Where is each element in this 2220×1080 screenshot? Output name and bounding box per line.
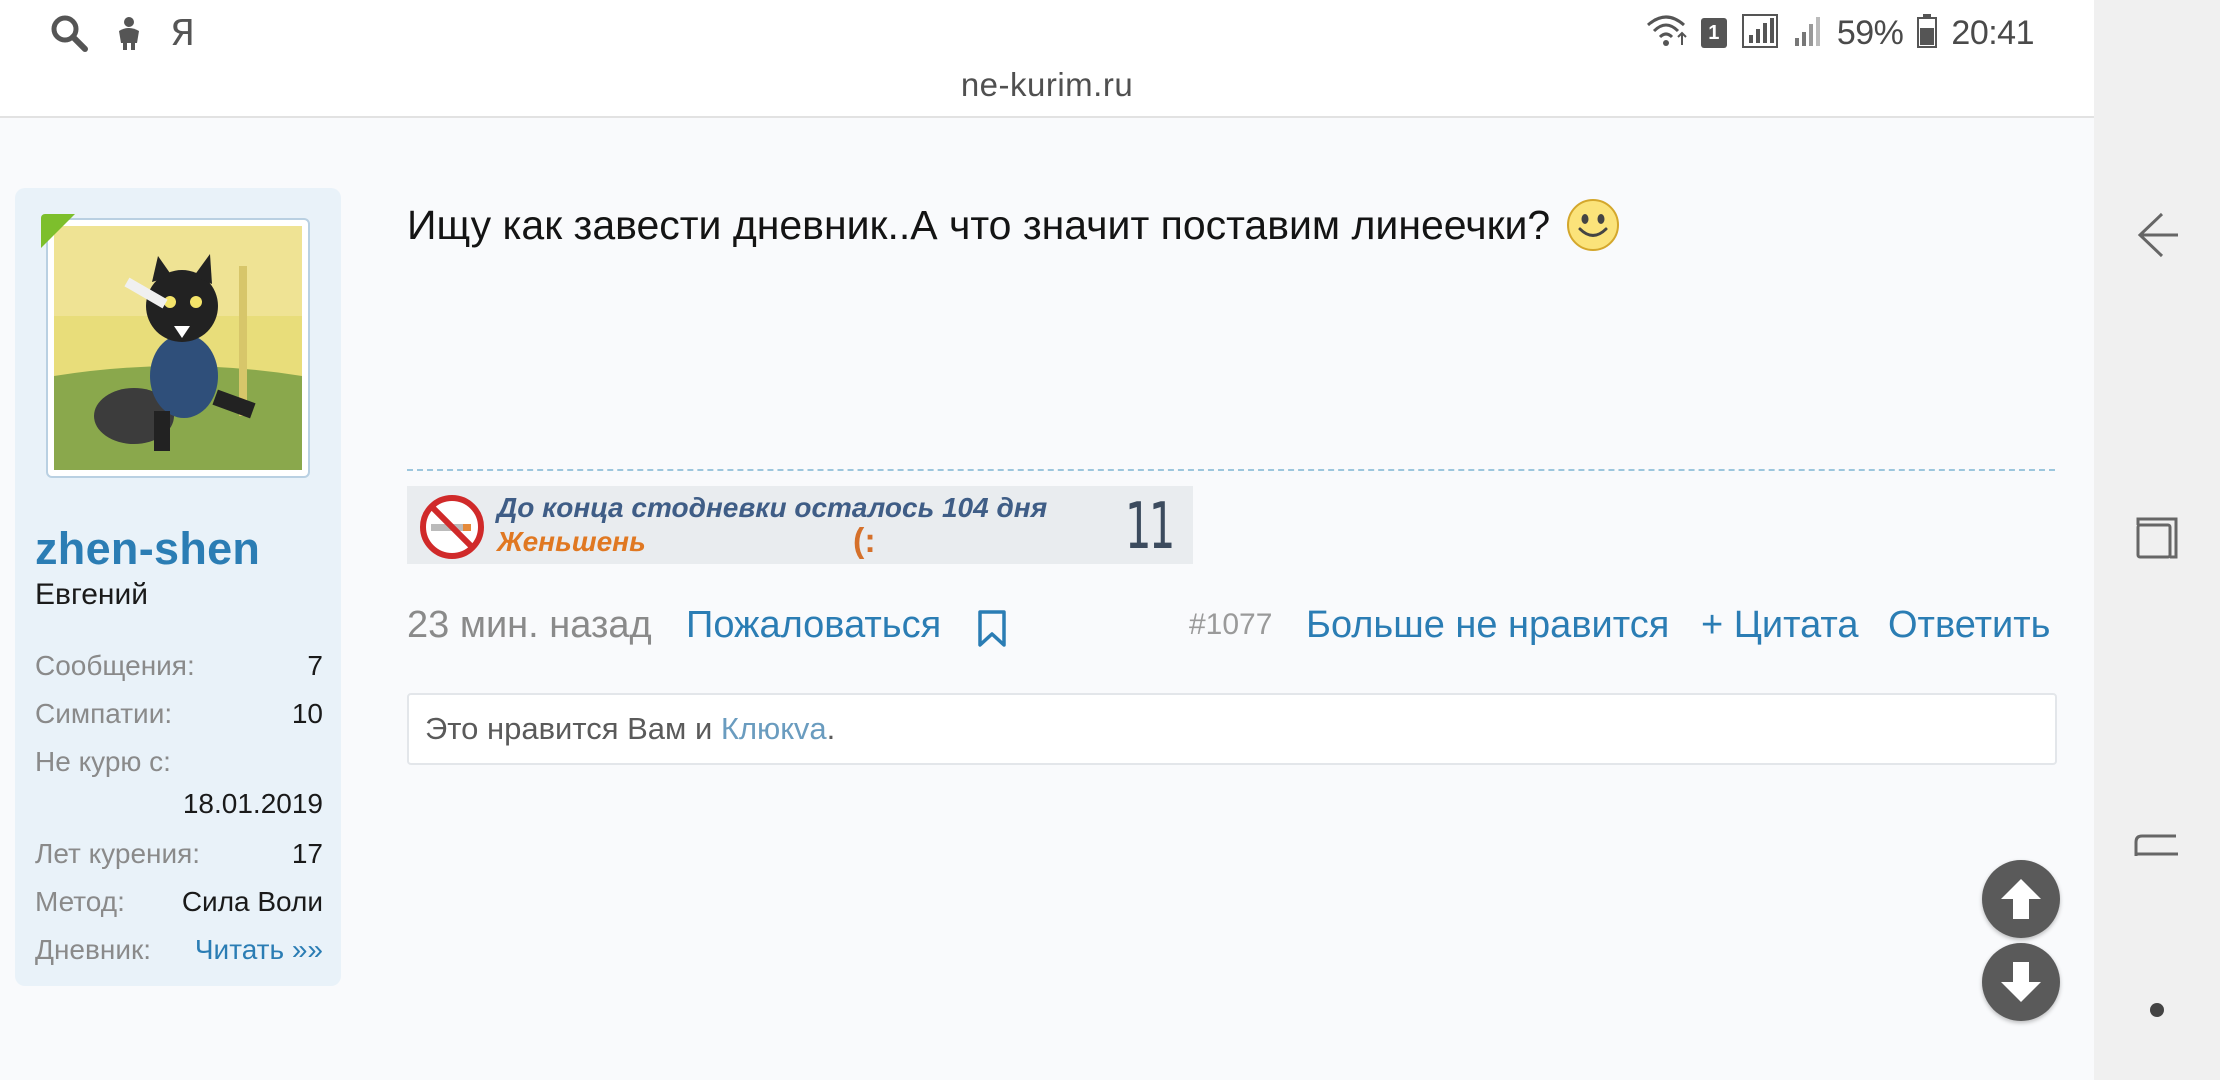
stat-value: 7 [307, 650, 323, 681]
bookmark-icon[interactable] [976, 610, 1008, 653]
android-icon [114, 15, 144, 51]
scroll-down-button[interactable] [1982, 943, 2060, 1021]
stat-value: 10 [291, 698, 323, 729]
signature-separator [407, 469, 2055, 471]
stat-quit-date: Не курю с: 18.01.2019 [35, 746, 323, 836]
recent-apps-icon[interactable] [2094, 515, 2220, 561]
signal-icon [1741, 13, 1779, 54]
sim-slot-badge: 1 [1700, 18, 1727, 48]
online-indicator [41, 214, 75, 248]
yandex-icon: Я [170, 12, 196, 54]
likes-summary: Это нравится Вам и Клюкva. [407, 693, 2057, 765]
stat-label: Симпатии: [35, 698, 173, 729]
system-navigation-bar [2094, 0, 2220, 1080]
post-time[interactable]: 23 мин. назад [407, 604, 652, 647]
keyboard-hide-dot-icon[interactable] [2094, 1000, 2220, 1020]
arrow-up-icon [2001, 879, 2041, 919]
signal-icon-2 [1793, 14, 1823, 53]
status-and-address-bar: Я 1 59% 20:41 ne-kurim.ru [0, 0, 2094, 118]
stat-label: Не курю с: [35, 746, 171, 777]
arrow-down-icon [2001, 962, 2041, 1002]
signature-line-2: Женьшень [497, 526, 646, 557]
likes-prefix: Это нравится Вам и [425, 711, 721, 746]
address-bar-url[interactable]: ne-kurim.ru [0, 66, 2094, 104]
quote-link[interactable]: + Цитата [1701, 604, 1858, 647]
clock: 20:41 [1951, 13, 2034, 52]
post-body: Ищу как завести дневник..А что значит по… [407, 201, 1551, 248]
signature-line-1: До конца стодневки осталось 104 дня [497, 492, 1048, 523]
status-bar-left: Я [50, 10, 195, 56]
user-info-card: zhen-shen Евгений Сообщения: 7 Симпатии:… [15, 188, 341, 986]
post-number-link[interactable]: #1077 [1189, 608, 1272, 642]
signature-day-counter: 11 [1125, 490, 1175, 564]
post-message: Ищу как завести дневник..А что значит по… [407, 198, 1620, 252]
home-icon[interactable] [2094, 820, 2220, 870]
stat-value: Сила Воли [181, 886, 323, 917]
unlike-link[interactable]: Больше не нравится [1306, 604, 1669, 647]
signature-emoticon: (: [853, 522, 876, 560]
user-real-name: Евгений [35, 578, 148, 611]
report-link[interactable]: Пожаловаться [686, 604, 941, 647]
stat-label: Метод: [35, 886, 125, 917]
scroll-up-button[interactable] [1982, 860, 2060, 938]
reply-link[interactable]: Ответить [1888, 604, 2050, 647]
stat-label: Сообщения: [35, 650, 195, 681]
username-link[interactable]: zhen-shen [35, 523, 260, 575]
avatar-image [54, 226, 302, 470]
stat-label: Лет курения: [35, 838, 201, 869]
diary-read-link[interactable]: Читать »» [195, 934, 323, 966]
stat-value: 17 [291, 838, 323, 869]
likes-text: Это нравится Вам и Клюкva. [425, 711, 835, 747]
battery-percent: 59% [1836, 13, 1904, 52]
wifi-icon [1645, 13, 1687, 54]
avatar[interactable] [46, 218, 310, 478]
stat-value: 18.01.2019 [182, 788, 323, 819]
liker-user-link[interactable]: Клюкva [721, 711, 827, 746]
status-bar-right: 1 59% 20:41 [1645, 10, 2034, 56]
signature-banner: До конца стодневки осталось 104 дня Жень… [407, 486, 1193, 564]
likes-suffix: . [826, 711, 836, 746]
back-icon[interactable] [2094, 210, 2220, 260]
smile-icon [1566, 198, 1620, 252]
stat-label: Дневник: [35, 934, 152, 965]
search-icon [50, 14, 88, 52]
battery-icon [1917, 13, 1938, 53]
no-smoking-icon [419, 494, 485, 564]
